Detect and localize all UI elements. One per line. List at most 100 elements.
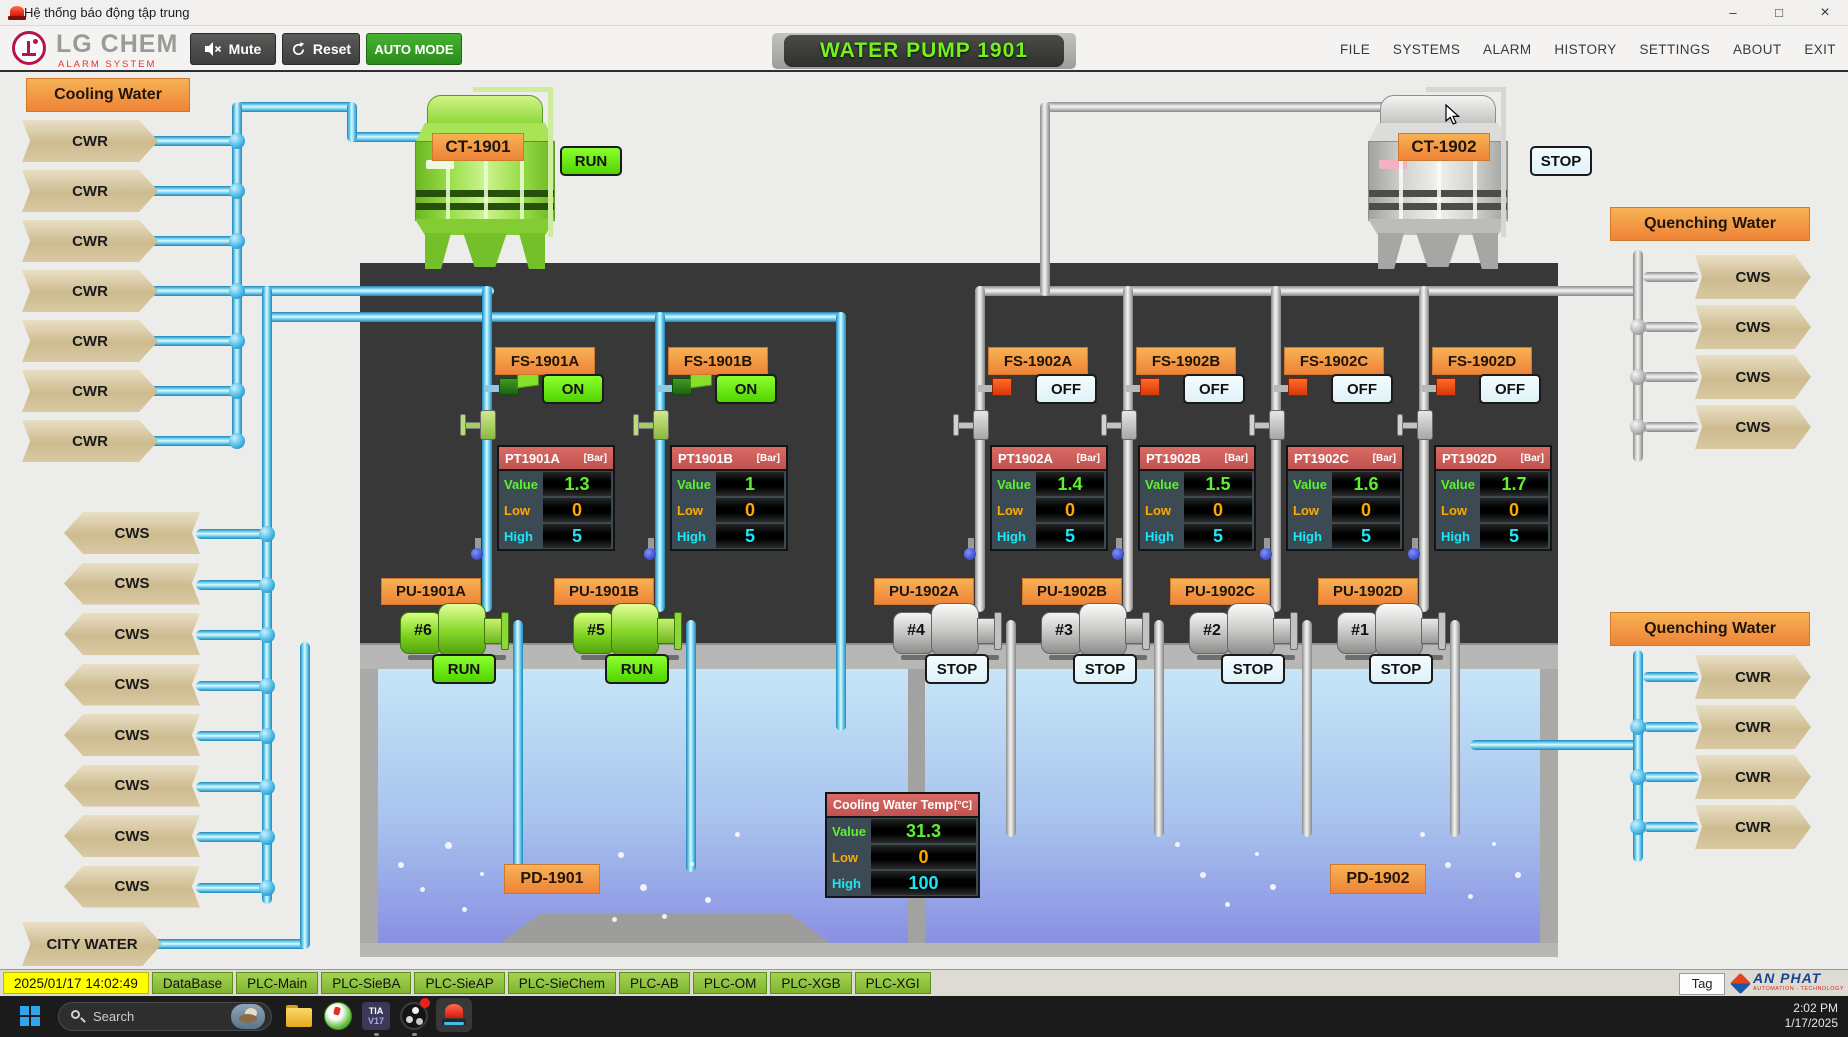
plc-badge-plc-xgi[interactable]: PLC-XGI [855,972,931,994]
pump-status-button[interactable]: STOP [1369,654,1433,684]
vendor-name: AN PHAT [1753,973,1844,984]
pipe-segment [196,883,266,893]
file-explorer-icon[interactable] [286,1005,312,1027]
pipe-valve-icon [1101,410,1147,440]
pump-status-button[interactable]: STOP [1073,654,1137,684]
flow-switch-icon [485,372,541,398]
tower-funnel [1412,233,1464,267]
fs-status-button[interactable]: OFF [1183,374,1245,404]
pump-status-button[interactable]: RUN [605,654,669,684]
lg-chem-logo-icon [12,31,46,65]
pipe-valve-icon [1397,410,1443,440]
mute-button[interactable]: Mute [190,33,276,65]
menu-item-about[interactable]: ABOUT [1733,42,1782,57]
plc-badge-plc-main[interactable]: PLC-Main [236,972,318,994]
menu-item-settings[interactable]: SETTINGS [1639,42,1710,57]
fs-status-button[interactable]: ON [542,374,604,404]
panel-row: Value31.3 [827,818,978,844]
pump-status-button[interactable]: STOP [925,654,989,684]
reset-button[interactable]: Reset [282,33,360,65]
tower-frame-pipe [548,87,553,237]
panel-row: Value1 [672,471,786,497]
pump-flange [1290,612,1298,650]
tag-button[interactable]: Tag [1679,973,1725,995]
plc-badge-plc-xgb[interactable]: PLC-XGB [770,972,851,994]
taskbar-clock[interactable]: 2:02 PM 1/17/2025 [1785,1001,1838,1031]
search-input[interactable]: Search [58,1002,272,1031]
pipe-sensor-icon [471,548,483,560]
plc-badge-plc-om[interactable]: PLC-OM [693,972,768,994]
tower-frame-pipe [1426,87,1506,92]
cwr-arrow: CWR [22,270,158,312]
close-icon[interactable]: × [1802,0,1848,26]
panel-title: Cooling Water Temp [833,798,953,812]
pump-number: #5 [575,620,617,642]
water-bubble [1515,872,1521,878]
pipe-segment [150,436,236,446]
mute-icon [205,42,222,56]
row-label: Value [992,471,1034,497]
panel-row: High5 [499,523,613,549]
pump-number: #1 [1339,620,1381,642]
minimize-icon[interactable]: – [1710,0,1756,26]
cwr-arrow: CWR [22,170,158,212]
water-bubble [1175,842,1180,847]
row-value: 5 [1332,524,1400,548]
maximize-icon[interactable]: □ [1756,0,1802,26]
auto-mode-button[interactable]: AUTO MODE [366,33,462,65]
pipe-segment [1040,102,1050,296]
search-highlight-image[interactable] [231,1004,265,1029]
pt-panel-pt1901b-header: PT1901B[Bar] [672,447,786,471]
menu-item-systems[interactable]: SYSTEMS [1393,42,1460,57]
fs-status-button[interactable]: ON [715,374,777,404]
water-bubble [420,887,425,892]
fs-status-button[interactable]: OFF [1479,374,1541,404]
menu-item-file[interactable]: FILE [1340,42,1370,57]
pump-casing [611,603,659,657]
row-label: Low [827,844,869,870]
clock-date: 1/17/2025 [1785,1016,1838,1031]
menu-item-alarm[interactable]: ALARM [1483,42,1532,57]
scada-canvas: Cooling WaterCWRCWRCWRCWRCWRCWRCWRCWSCWS… [0,72,1848,969]
menu-item-history[interactable]: HISTORY [1554,42,1616,57]
valve-stem [1106,422,1122,429]
pipe-junction [229,133,245,149]
plc-badge-database[interactable]: DataBase [152,972,233,994]
panel-row: Value1.3 [499,471,613,497]
anphat-diamond-icon [1730,973,1751,994]
plc-badge-plc-ab[interactable]: PLC-AB [619,972,690,994]
start-button[interactable] [20,1006,40,1026]
plc-badge-plc-sieba[interactable]: PLC-SieBA [321,972,411,994]
panel-row: High5 [672,523,786,549]
coccoc-browser-icon[interactable] [324,1002,352,1030]
panel-title: PT1902B [1146,451,1201,466]
clock-time: 2:02 PM [1785,1001,1838,1016]
ct1902-status-button[interactable]: STOP [1530,146,1592,176]
row-label: Low [672,497,714,523]
cooling-water-label: Cooling Water [26,78,190,112]
pipe-segment [1643,322,1699,332]
fs-status-button[interactable]: OFF [1331,374,1393,404]
fs-status-button[interactable]: OFF [1035,374,1097,404]
plc-badge-plc-siechem[interactable]: PLC-SieChem [508,972,616,994]
row-value: 0 [1332,498,1400,522]
pump-status-button[interactable]: RUN [432,654,496,684]
pipe-junction [1630,419,1646,435]
pipe-segment [1643,422,1699,432]
tia-portal-icon[interactable]: TIA V17 [362,1002,390,1030]
cwr-arrow: CWR [22,370,158,412]
row-label: Value [499,471,541,497]
quench-cws-arrow: CWS [1695,405,1811,449]
plc-badge-plc-sieap[interactable]: PLC-SieAP [414,972,504,994]
pump-flange [1142,612,1150,650]
fs-body [672,378,692,395]
alarm-app-slot[interactable] [436,998,472,1032]
pipe-junction [259,880,275,896]
water-bubble [1200,872,1206,878]
ct1901-status-button[interactable]: RUN [560,146,622,176]
pipe-segment [1643,272,1699,282]
pump-status-button[interactable]: STOP [1221,654,1285,684]
cws-arrow: CWS [64,613,200,655]
menu-item-exit[interactable]: EXIT [1804,42,1836,57]
pt-panel-pt1902a: PT1902A[Bar]Value1.4Low0High5 [990,445,1108,551]
